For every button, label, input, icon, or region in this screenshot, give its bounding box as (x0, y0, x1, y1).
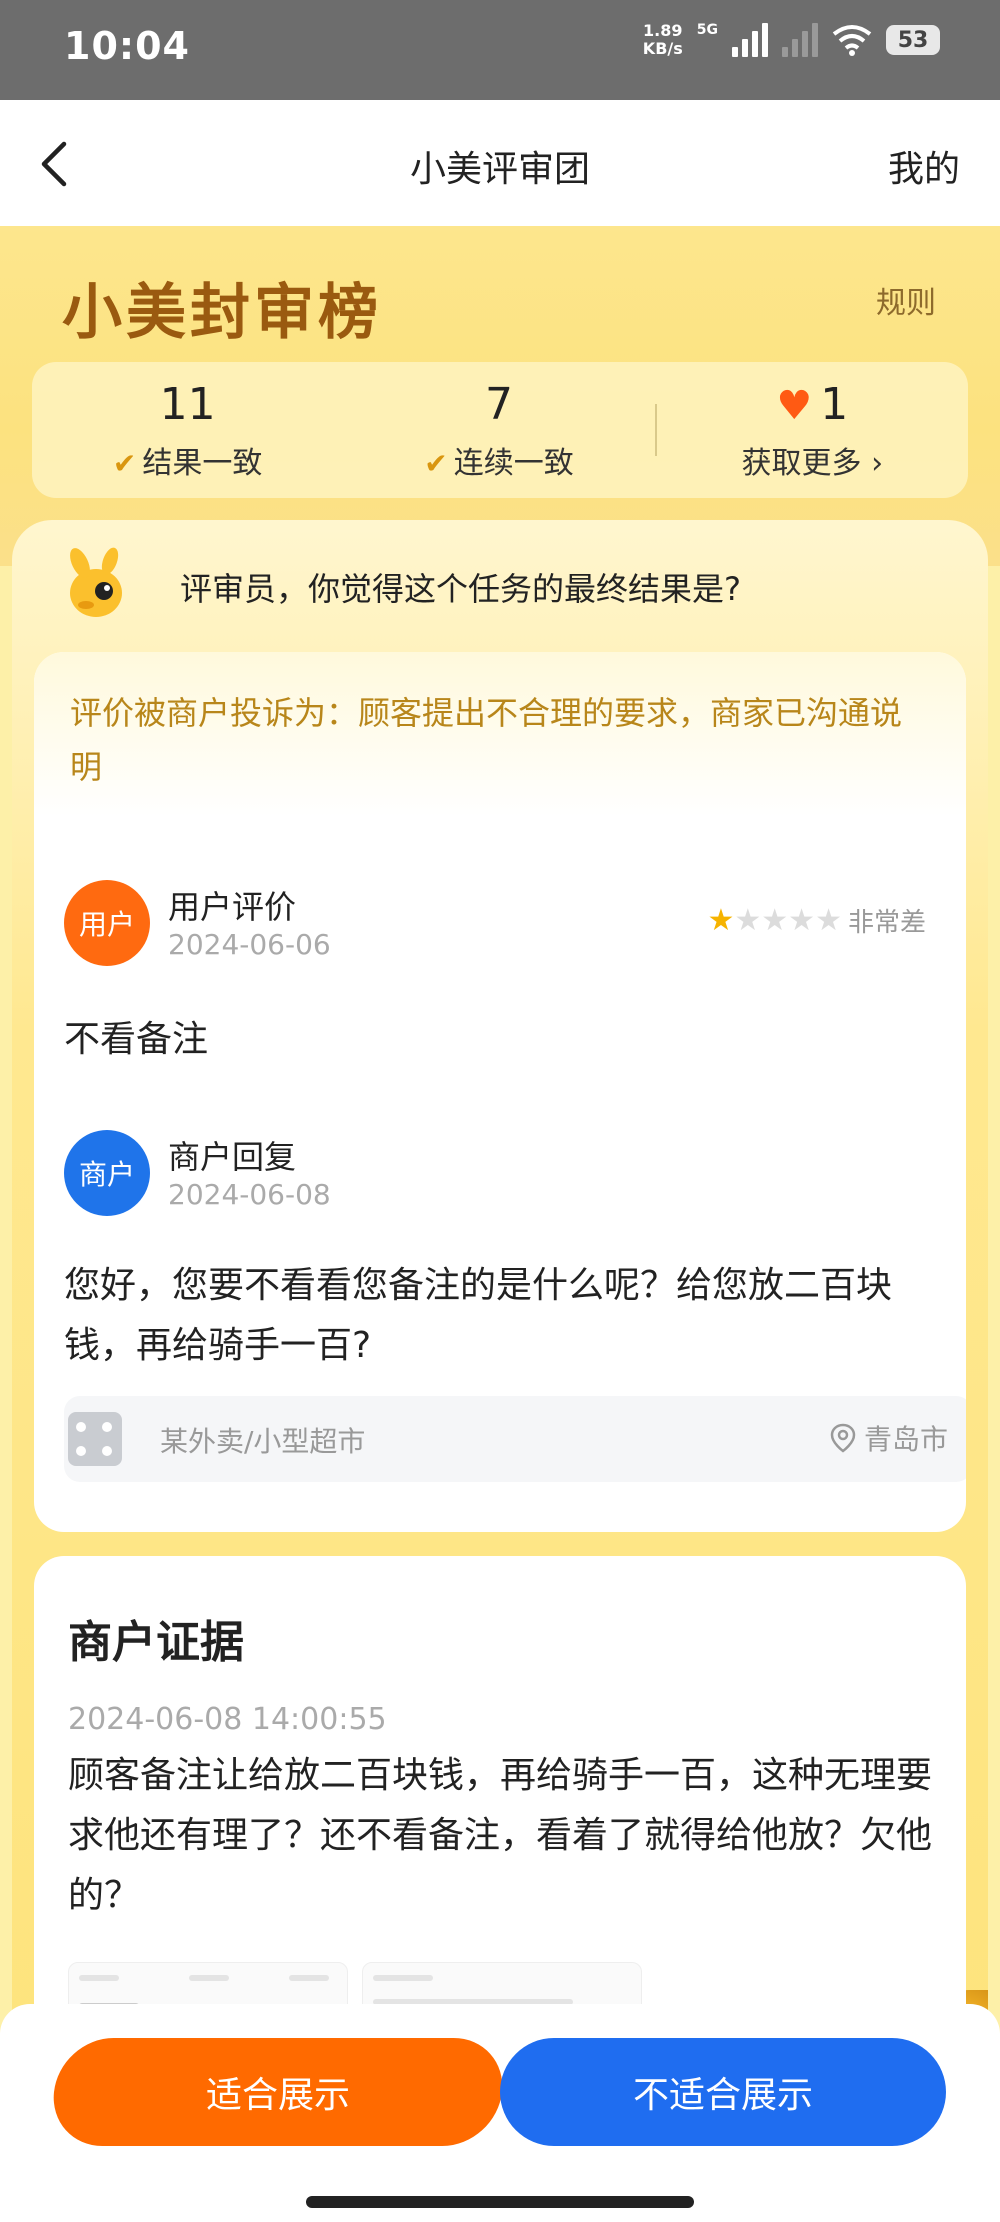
user-review-body: 不看备注 (64, 1019, 209, 1060)
evidence-time: 2024-06-08 14:00:55 (68, 1702, 387, 1737)
wifi-icon (832, 25, 872, 56)
complaint-text: 评价被商户投诉为：顾客提出不合理的要求，商家已沟通说明 (34, 652, 966, 816)
double-check-icon: ✔ (424, 446, 448, 480)
status-bar: 10:04 1.89 KB/s 5G 53 (0, 0, 1000, 100)
banner: 小美封审榜 规则 11 ✔ 结果一致 7 ✔ 连续一致 ♥ 1 获取更多 › (0, 226, 1000, 566)
shop-location: 青岛市 (830, 1418, 948, 1458)
avatar: 用户 (64, 880, 150, 966)
mascot-icon (70, 547, 122, 617)
merchant-reply-title: 商户回复 (168, 1138, 297, 1176)
home-indicator[interactable] (306, 2196, 694, 2208)
stat-hearts[interactable]: ♥ 1 获取更多 › (657, 379, 968, 482)
star-icon: ★ (788, 903, 816, 938)
shop-icon (68, 1412, 122, 1466)
network-speed: 1.89 KB/s (642, 21, 683, 58)
evidence-title: 商户证据 (68, 1617, 244, 1668)
status-icons: 1.89 KB/s 5G 53 (643, 22, 940, 58)
page-title: 小美评审团 (409, 149, 590, 190)
fit-to-display-button[interactable]: 适合展示 (48, 2038, 508, 2146)
stat-consistent: 11 ✔ 结果一致 (112, 378, 263, 481)
signal-icon (732, 23, 768, 57)
question-banner: 评审员，你觉得这个任务的最终结果是? (56, 542, 741, 632)
merchant-reply-header: 商户 商户回复 2024-06-08 (64, 1130, 944, 1230)
star-icon: ★ (761, 903, 789, 938)
content-area: 评审员，你觉得这个任务的最终结果是? 评价被商户投诉为：顾客提出不合理的要求，商… (12, 520, 988, 2222)
status-time: 10:04 (64, 24, 190, 68)
star-icon: ★ (815, 903, 842, 938)
evidence-body: 顾客备注让给放二百块钱，再给骑手一百，这种无理要求他还有理了？还不看备注，看着了… (68, 1755, 933, 1916)
merchant-reply-body: 您好，您要不看看您备注的是什么呢？给您放二百块钱，再给骑手一百? (64, 1265, 893, 1366)
merchant-reply-date: 2024-06-08 (168, 1178, 331, 1211)
star-icon: ★ (707, 903, 735, 938)
rules-link[interactable]: 规则 (876, 278, 936, 322)
avatar: 商户 (64, 1130, 150, 1216)
location-pin-icon (830, 1423, 856, 1453)
check-icon: ✔ (112, 446, 137, 480)
mine-link[interactable]: 我的 (888, 140, 960, 192)
review-card: 评价被商户投诉为：顾客提出不合理的要求，商家已沟通说明 用户 用户评价 2024… (34, 652, 966, 1532)
stats-panel: 11 ✔ 结果一致 7 ✔ 连续一致 ♥ 1 获取更多 › (32, 362, 968, 498)
shop-name: 某外卖/小型超市 (160, 1425, 366, 1458)
nav-bar: 小美评审团 我的 (0, 100, 1000, 226)
question-text: 评审员，你觉得这个任务的最终结果是? (180, 570, 741, 608)
signal-icon (782, 23, 818, 57)
action-bar: 适合展示 不适合展示 (0, 2004, 1000, 2222)
network-type: 5G (696, 22, 718, 38)
battery-icon: 53 (886, 25, 940, 55)
brand-logo: 小美封审榜 (62, 278, 382, 348)
star-rating: ★ ★ ★ ★ ★ 非常差 (707, 902, 926, 939)
heart-icon: ♥ (776, 382, 813, 429)
not-fit-to-display-button[interactable]: 不适合展示 (500, 2038, 946, 2146)
rating-label: 非常差 (847, 908, 926, 938)
user-review-date: 2024-06-06 (168, 928, 331, 961)
star-icon: ★ (734, 903, 762, 938)
user-review-title: 用户评价 (168, 888, 297, 926)
stat-streak: 7 ✔ 连续一致 (424, 378, 574, 481)
shop-info-bar[interactable]: 某外卖/小型超市 青岛市 (64, 1396, 966, 1482)
get-more-link[interactable]: 获取更多 › (657, 438, 968, 482)
